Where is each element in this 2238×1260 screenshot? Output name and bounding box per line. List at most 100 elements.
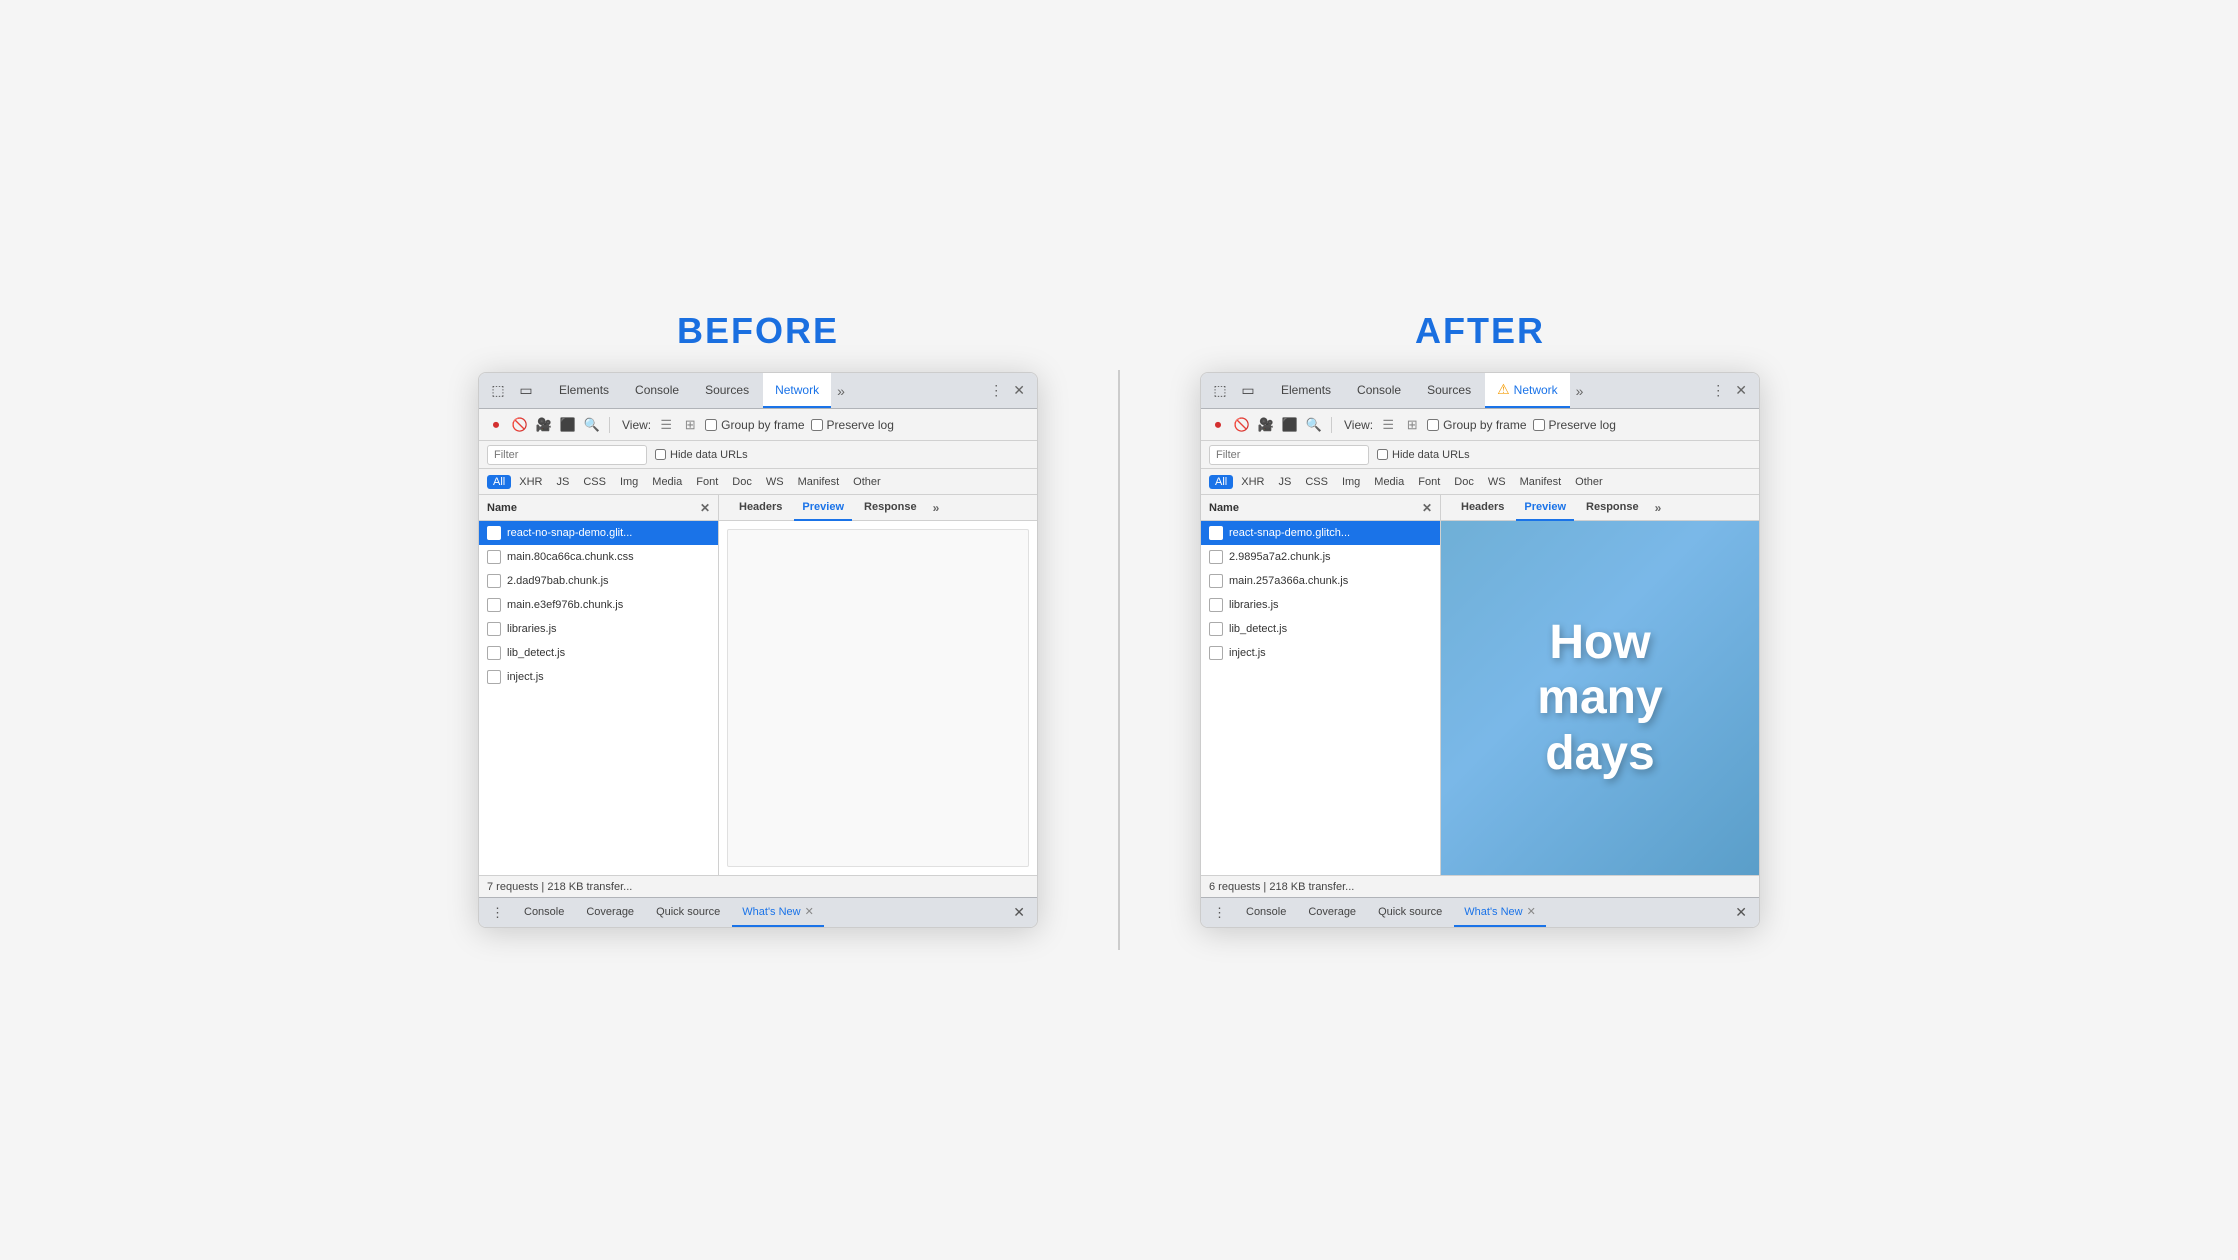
- after-view-grid-icon[interactable]: ⊞: [1403, 416, 1421, 434]
- detail-tab-response[interactable]: Response: [856, 495, 925, 521]
- after-tab-elements[interactable]: Elements: [1269, 373, 1343, 408]
- after-bottom-tab-menu[interactable]: ⋮: [1209, 905, 1230, 921]
- before-filter-input[interactable]: [487, 445, 647, 465]
- after-type-xhr[interactable]: XHR: [1235, 475, 1270, 489]
- bottom-tab-quicksource[interactable]: Quick source: [646, 898, 730, 927]
- type-font[interactable]: Font: [690, 475, 724, 489]
- after-hide-data-urls-checkbox[interactable]: Hide data URLs: [1377, 449, 1470, 461]
- group-by-frame-input[interactable]: [705, 419, 717, 431]
- after-bottom-close-icon[interactable]: ✕: [1731, 904, 1751, 921]
- record-icon[interactable]: ⏺: [487, 416, 505, 434]
- bottom-close-icon[interactable]: ✕: [1009, 904, 1029, 921]
- bottom-tab-menu[interactable]: ⋮: [487, 905, 508, 921]
- type-js[interactable]: JS: [550, 475, 575, 489]
- after-filter-icon[interactable]: ⬛: [1281, 416, 1299, 434]
- after-detail-tab-headers[interactable]: Headers: [1453, 495, 1512, 521]
- after-tab-more[interactable]: »: [1572, 383, 1588, 399]
- type-img[interactable]: Img: [614, 475, 644, 489]
- after-preserve-log-checkbox[interactable]: Preserve log: [1533, 418, 1616, 432]
- inspect-icon-after[interactable]: ⬚: [1209, 380, 1231, 402]
- device-icon-after[interactable]: ▭: [1237, 380, 1259, 402]
- tab-more[interactable]: »: [833, 383, 849, 399]
- after-type-media[interactable]: Media: [1368, 475, 1410, 489]
- type-media[interactable]: Media: [646, 475, 688, 489]
- device-icon[interactable]: ▭: [515, 380, 537, 402]
- clear-icon[interactable]: 🚫: [511, 416, 529, 434]
- close-detail-icon[interactable]: ✕: [700, 501, 710, 515]
- camera-icon[interactable]: 🎥: [535, 416, 553, 434]
- after-preserve-log-input[interactable]: [1533, 419, 1545, 431]
- after-file-item-0[interactable]: react-snap-demo.glitch...: [1201, 521, 1440, 545]
- type-all[interactable]: All: [487, 475, 511, 489]
- after-search-icon[interactable]: 🔍: [1305, 416, 1323, 434]
- bottom-tab-whatsnew[interactable]: What's New ✕: [732, 898, 824, 927]
- after-type-manifest[interactable]: Manifest: [1514, 475, 1568, 489]
- bottom-tab-console[interactable]: Console: [514, 898, 574, 927]
- after-type-js[interactable]: JS: [1272, 475, 1297, 489]
- after-tab-console[interactable]: Console: [1345, 373, 1413, 408]
- after-type-doc[interactable]: Doc: [1448, 475, 1480, 489]
- file-item-0[interactable]: react-no-snap-demo.glit...: [479, 521, 718, 545]
- bottom-tab-coverage[interactable]: Coverage: [576, 898, 644, 927]
- file-item-1[interactable]: main.80ca66ca.chunk.css: [479, 545, 718, 569]
- after-tab-sources[interactable]: Sources: [1415, 373, 1483, 408]
- after-type-img[interactable]: Img: [1336, 475, 1366, 489]
- file-item-5[interactable]: lib_detect.js: [479, 641, 718, 665]
- type-manifest[interactable]: Manifest: [792, 475, 846, 489]
- after-record-icon[interactable]: ⏺: [1209, 416, 1227, 434]
- after-type-font[interactable]: Font: [1412, 475, 1446, 489]
- inspect-icon[interactable]: ⬚: [487, 380, 509, 402]
- tab-sources[interactable]: Sources: [693, 373, 761, 408]
- after-filter-input[interactable]: [1209, 445, 1369, 465]
- bottom-tab-close[interactable]: ✕: [805, 905, 814, 918]
- after-type-other[interactable]: Other: [1569, 475, 1609, 489]
- after-hide-data-urls-input[interactable]: [1377, 449, 1388, 460]
- after-file-item-3[interactable]: libraries.js: [1201, 593, 1440, 617]
- filter-icon[interactable]: ⬛: [559, 416, 577, 434]
- type-other[interactable]: Other: [847, 475, 887, 489]
- after-detail-tab-more[interactable]: »: [1651, 501, 1666, 515]
- after-bottom-tab-coverage[interactable]: Coverage: [1298, 898, 1366, 927]
- type-xhr[interactable]: XHR: [513, 475, 548, 489]
- after-type-css[interactable]: CSS: [1299, 475, 1334, 489]
- after-tab-network[interactable]: ⚠ Network: [1485, 373, 1570, 408]
- after-bottom-tab-quicksource[interactable]: Quick source: [1368, 898, 1452, 927]
- view-list-icon[interactable]: ☰: [657, 416, 675, 434]
- file-item-3[interactable]: main.e3ef976b.chunk.js: [479, 593, 718, 617]
- type-doc[interactable]: Doc: [726, 475, 758, 489]
- after-bottom-tab-whatsnew[interactable]: What's New ✕: [1454, 898, 1546, 927]
- search-icon[interactable]: 🔍: [583, 416, 601, 434]
- type-ws[interactable]: WS: [760, 475, 790, 489]
- tab-elements[interactable]: Elements: [547, 373, 621, 408]
- after-bottom-tab-close[interactable]: ✕: [1527, 905, 1536, 918]
- file-item-4[interactable]: libraries.js: [479, 617, 718, 641]
- group-by-frame-checkbox[interactable]: Group by frame: [705, 418, 804, 432]
- after-view-list-icon[interactable]: ☰: [1379, 416, 1397, 434]
- tab-menu[interactable]: ⋮: [985, 382, 1007, 399]
- detail-tab-more[interactable]: »: [929, 501, 944, 515]
- tab-console[interactable]: Console: [623, 373, 691, 408]
- after-group-by-frame-input[interactable]: [1427, 419, 1439, 431]
- after-tab-close[interactable]: ✕: [1731, 382, 1751, 399]
- after-detail-tab-response[interactable]: Response: [1578, 495, 1647, 521]
- after-close-detail-icon[interactable]: ✕: [1422, 501, 1432, 515]
- after-file-item-5[interactable]: inject.js: [1201, 641, 1440, 665]
- hide-data-urls-input[interactable]: [655, 449, 666, 460]
- after-bottom-tab-console[interactable]: Console: [1236, 898, 1296, 927]
- after-tab-menu[interactable]: ⋮: [1707, 382, 1729, 399]
- after-camera-icon[interactable]: 🎥: [1257, 416, 1275, 434]
- file-item-6[interactable]: inject.js: [479, 665, 718, 689]
- after-detail-tab-preview[interactable]: Preview: [1516, 495, 1574, 521]
- after-file-item-1[interactable]: 2.9895a7a2.chunk.js: [1201, 545, 1440, 569]
- type-css[interactable]: CSS: [577, 475, 612, 489]
- after-file-item-4[interactable]: lib_detect.js: [1201, 617, 1440, 641]
- file-item-2[interactable]: 2.dad97bab.chunk.js: [479, 569, 718, 593]
- after-clear-icon[interactable]: 🚫: [1233, 416, 1251, 434]
- after-group-by-frame-checkbox[interactable]: Group by frame: [1427, 418, 1526, 432]
- detail-tab-headers[interactable]: Headers: [731, 495, 790, 521]
- after-file-item-2[interactable]: main.257a366a.chunk.js: [1201, 569, 1440, 593]
- preserve-log-checkbox[interactable]: Preserve log: [811, 418, 894, 432]
- after-type-ws[interactable]: WS: [1482, 475, 1512, 489]
- detail-tab-preview[interactable]: Preview: [794, 495, 852, 521]
- tab-close[interactable]: ✕: [1009, 382, 1029, 399]
